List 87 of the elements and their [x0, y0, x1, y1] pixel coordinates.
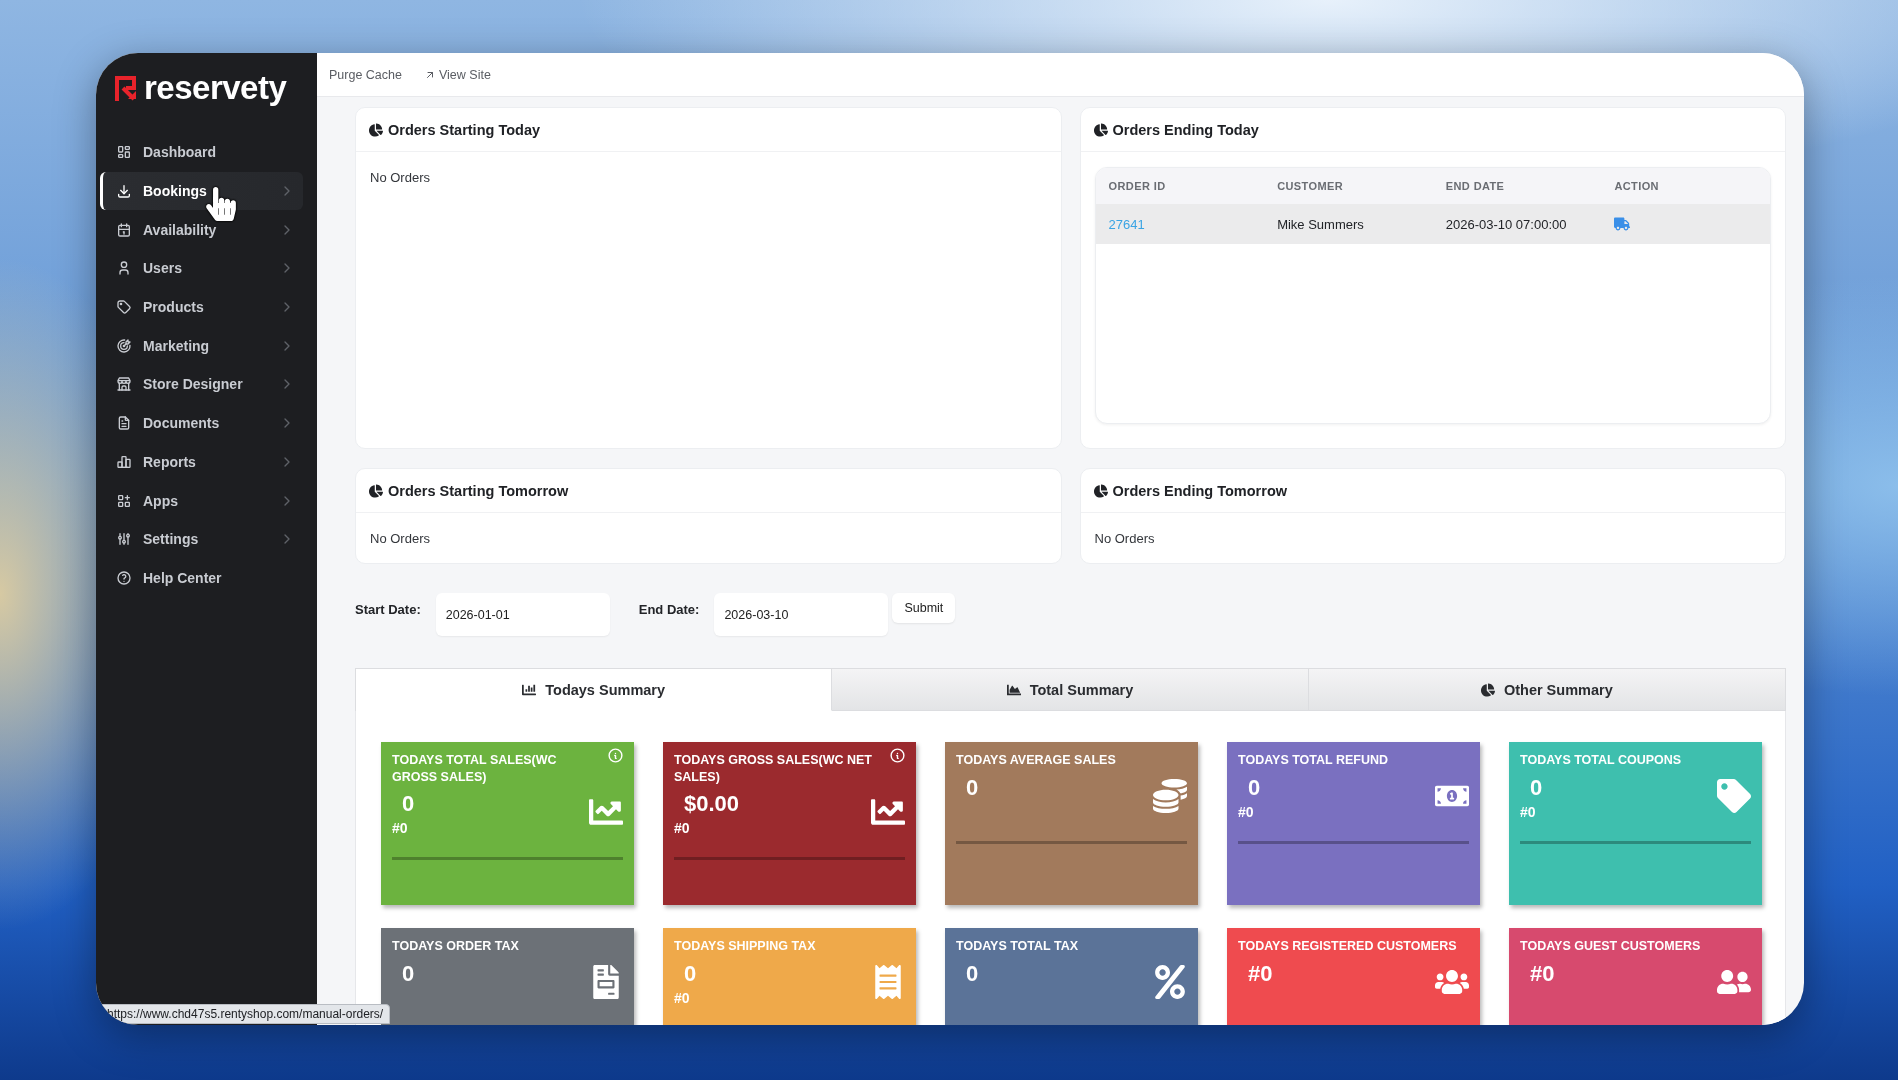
column-header: ACTION [1613, 180, 1660, 192]
sidebar-item[interactable]: Apps [100, 481, 303, 520]
calendar-icon [116, 221, 132, 238]
card-count: #0 [674, 820, 690, 836]
pie-chart-icon [369, 122, 383, 137]
card-count: #0 [1238, 803, 1254, 820]
percent-icon [1153, 964, 1187, 999]
card-title: TODAYS TOTAL COUPONS [1520, 752, 1683, 769]
field-label: End Date: [638, 602, 700, 617]
sidebar-item[interactable]: Help Center [100, 558, 303, 598]
store-icon [116, 376, 132, 393]
card-value: 0 [684, 960, 697, 987]
card-title: TODAYS TOTAL TAX [956, 938, 1079, 955]
bar-chart-icon [116, 453, 132, 470]
logo-mark-icon [114, 75, 138, 101]
card-title: TODAYS AVERAGE SALES [956, 752, 1117, 769]
sidebar-item[interactable]: Products [100, 287, 303, 327]
tag-icon [1717, 778, 1751, 813]
help-icon [116, 569, 132, 586]
status-url: https://www.chd47s5.rentyshop.com/manual-orders/ [100, 1004, 391, 1024]
pie-chart-icon [1480, 682, 1495, 697]
card-title: TODAYS SHIPPING TAX [674, 938, 817, 955]
empty-message: No Orders [370, 531, 430, 546]
info-icon[interactable] [889, 747, 906, 764]
table-cell: 2026-03-10 07:00:00 [1445, 216, 1567, 232]
panel-title: Orders Starting Today [388, 121, 540, 138]
pie-chart-icon [369, 483, 383, 498]
user-icon [116, 260, 132, 277]
target-icon [116, 337, 132, 354]
area-chart-icon [1006, 682, 1021, 697]
sidebar-item[interactable]: Users [100, 249, 303, 288]
date-input[interactable]: 2026-03-10 [714, 593, 889, 636]
card-value: 0 [402, 960, 415, 987]
card-title: TODAYS TOTAL SALES(WC GROSS SALES) [392, 752, 558, 785]
empty-message: No Orders [370, 170, 430, 185]
empty-message: No Orders [1094, 531, 1155, 546]
panel-title: Orders Ending Tomorrow [1112, 482, 1288, 499]
card-value: 0 [1248, 774, 1261, 801]
sidebar-item[interactable]: Documents [100, 403, 303, 443]
card-title: TODAYS TOTAL REFUND [1238, 752, 1390, 769]
submit-button[interactable]: Submit [892, 593, 956, 623]
truck-icon[interactable] [1614, 216, 1631, 232]
pie-chart-icon [1093, 483, 1108, 498]
card-count: #0 [674, 989, 690, 1006]
card-title: TODAYS ORDER TAX [392, 938, 520, 955]
card-value: 0 [966, 774, 979, 801]
sidebar-item[interactable]: Settings [100, 519, 303, 559]
sliders-icon [116, 531, 132, 548]
panel-title: Orders Ending Today [1112, 121, 1259, 138]
card-value: #0 [1530, 960, 1555, 987]
card-count: #0 [1520, 803, 1536, 820]
sidebar-item[interactable]: Bookings [100, 171, 303, 211]
download-tray-icon [116, 183, 132, 200]
panel-title: Orders Starting Tomorrow [388, 482, 569, 499]
logo-text: reservety [144, 69, 287, 107]
field-label: Start Date: [355, 602, 421, 617]
sidebar-item[interactable]: Marketing [100, 326, 303, 366]
dashboard-icon [116, 144, 132, 161]
tag-icon [116, 299, 132, 316]
card-value: 0 [966, 960, 979, 987]
card-value: $0.00 [684, 791, 740, 817]
top-bar-link[interactable]: Purge Cache [329, 67, 402, 82]
summary-tab[interactable]: Todays Summary [356, 669, 833, 711]
document-icon [116, 415, 132, 432]
summary-tab[interactable]: Total Summary [832, 669, 1309, 711]
column-header: END DATE [1444, 180, 1506, 192]
top-bar-link[interactable]: View Site [423, 67, 491, 82]
card-value: #0 [1248, 960, 1273, 987]
card-value: 0 [402, 791, 415, 817]
apps-grid-icon [116, 492, 132, 509]
sidebar-item[interactable]: Availability [100, 210, 303, 250]
card-title: TODAYS REGISTERED CUSTOMERS [1238, 938, 1458, 955]
summary-tab[interactable]: Other Summary [1308, 669, 1785, 711]
coins-icon [1153, 778, 1187, 813]
table-cell: Mike Summers [1277, 216, 1364, 232]
pie-chart-icon [1093, 122, 1108, 137]
bar-chart-icon [522, 682, 537, 697]
sidebar-item[interactable]: Dashboard [100, 133, 303, 172]
column-header: ORDER ID [1107, 180, 1167, 192]
card-title: TODAYS GROSS SALES(WC NET SALES) [674, 752, 873, 785]
sidebar-item[interactable]: Reports [100, 442, 303, 482]
card-value: 0 [1530, 774, 1543, 801]
date-input[interactable]: 2026-01-01 [435, 593, 610, 636]
column-header: CUSTOMER [1276, 180, 1345, 192]
card-title: TODAYS GUEST CUSTOMERS [1520, 938, 1702, 955]
card-count: #0 [392, 820, 408, 836]
sidebar-item[interactable]: Store Designer [100, 365, 303, 404]
